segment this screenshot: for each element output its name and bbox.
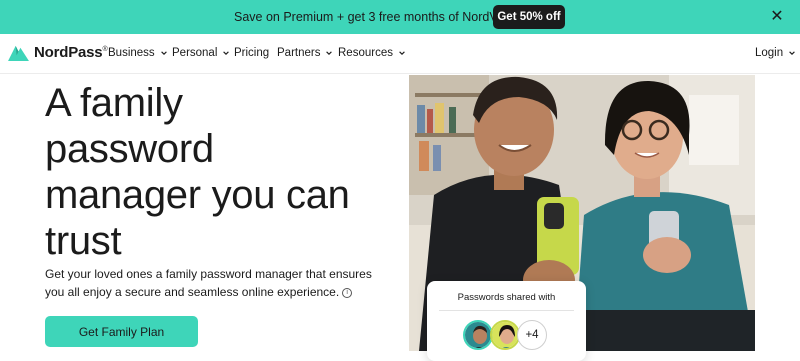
share-card-title: Passwords shared with bbox=[457, 292, 556, 303]
login-button[interactable]: Login bbox=[755, 47, 796, 59]
nav-item-label: Pricing bbox=[234, 47, 270, 59]
promo-text: Save on Premium + get 3 free months of N… bbox=[234, 10, 516, 24]
nav-item-label: Personal bbox=[172, 47, 218, 59]
hero-title-line: trust bbox=[45, 219, 122, 263]
more-users-badge: +4 bbox=[517, 320, 547, 350]
avatar-woman-icon bbox=[492, 322, 518, 348]
top-navigation: NordPass® Business Personal Pricing Part… bbox=[0, 34, 800, 74]
avatar bbox=[463, 320, 493, 350]
login-label: Login bbox=[755, 47, 784, 59]
promo-cta-button[interactable]: Get 50% off bbox=[493, 5, 565, 29]
passwords-shared-card: Passwords shared with bbox=[427, 281, 586, 361]
chevron-down-icon bbox=[326, 51, 333, 55]
get-family-plan-button[interactable]: Get Family Plan bbox=[45, 316, 198, 347]
chevron-down-icon bbox=[399, 51, 405, 55]
hero-subtitle: Get your loved ones a family password ma… bbox=[45, 265, 385, 301]
hero-title: A family password manager you can trust bbox=[45, 80, 385, 264]
hero-title-line: password bbox=[45, 127, 214, 171]
chevron-down-icon bbox=[223, 51, 230, 55]
nav-item-label: Resources bbox=[338, 47, 393, 59]
brand-name: NordPass® bbox=[34, 44, 108, 61]
brand-logo[interactable]: NordPass® bbox=[7, 43, 108, 62]
nav-item-label: Business bbox=[108, 47, 155, 59]
avatar-man-icon bbox=[465, 322, 491, 348]
info-icon[interactable]: i bbox=[342, 287, 353, 298]
nav-item-personal[interactable]: Personal bbox=[172, 47, 230, 59]
chevron-down-icon bbox=[789, 51, 795, 55]
hero-title-line: A family bbox=[45, 81, 183, 125]
nav-item-resources[interactable]: Resources bbox=[338, 47, 406, 59]
close-icon[interactable]: ✕ bbox=[769, 9, 785, 25]
chevron-down-icon bbox=[160, 51, 167, 55]
nordpass-logo-icon bbox=[8, 45, 29, 62]
nav-item-partners[interactable]: Partners bbox=[277, 47, 333, 59]
hero-title-line: manager you can bbox=[45, 173, 350, 217]
divider bbox=[439, 310, 574, 311]
promo-banner: Save on Premium + get 3 free months of N… bbox=[0, 0, 800, 34]
avatar bbox=[490, 320, 520, 350]
nav-item-pricing[interactable]: Pricing bbox=[234, 47, 269, 59]
nav-item-business[interactable]: Business bbox=[108, 47, 168, 59]
nav-item-label: Partners bbox=[277, 47, 321, 59]
hero-subtitle-text: Get your loved ones a family password ma… bbox=[45, 267, 372, 299]
